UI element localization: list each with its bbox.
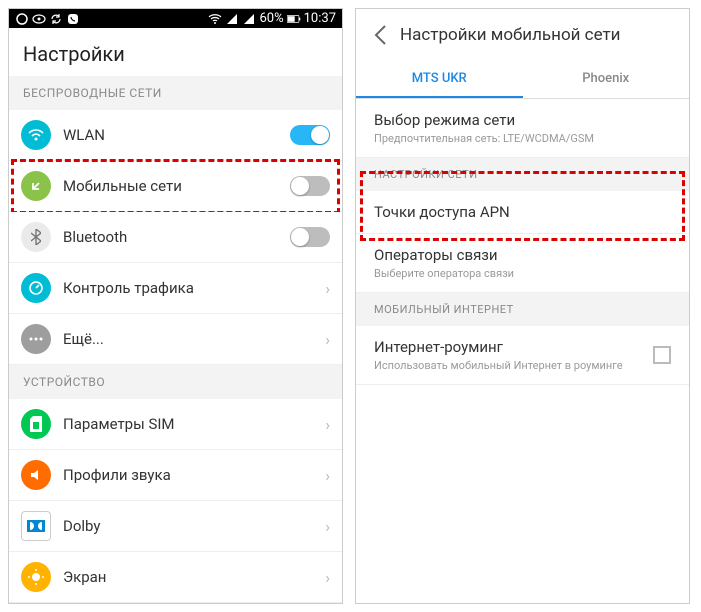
row-sim[interactable]: Параметры SIM ›: [9, 399, 342, 450]
viber-icon: [66, 12, 80, 26]
notif-icon: [15, 12, 29, 26]
row-roaming[interactable]: Интернет-роуминг Использовать мобильный …: [356, 326, 689, 385]
chevron-right-icon: ›: [325, 517, 330, 536]
section-device: УСТРОЙСТВО: [9, 365, 342, 399]
signal1-icon: [225, 12, 239, 26]
row-title: Интернет-роуминг: [374, 338, 641, 356]
row-mobile-networks[interactable]: Мобильные сети: [9, 161, 342, 212]
statusbar-right: 60% 10:37: [208, 11, 336, 26]
row-label: WLAN: [63, 126, 290, 144]
row-sound-profiles[interactable]: Профили звука ›: [9, 450, 342, 501]
mobile-icon: [21, 171, 51, 201]
statusbar: 60% 10:37: [9, 9, 342, 28]
battery-icon: [287, 12, 301, 26]
page-title: Настройки: [9, 28, 342, 76]
settings-screen: 60% 10:37 Настройки БЕСПРОВОДНЫЕ СЕТИ WL…: [8, 8, 343, 604]
row-label: Профили звука: [63, 466, 319, 484]
bluetooth-toggle[interactable]: [290, 227, 330, 247]
row-label: Экран: [63, 568, 319, 586]
row-label: Мобильные сети: [63, 177, 290, 195]
row-subtitle: Предпочтительная сеть: LTE/WCDMA/GSM: [374, 132, 671, 145]
row-title: Операторы связи: [374, 246, 671, 264]
row-label: Контроль трафика: [63, 279, 319, 297]
screen-title: Настройки мобильной сети: [400, 25, 621, 45]
row-operators[interactable]: Операторы связи Выберите оператора связи: [356, 234, 689, 293]
row-label: Параметры SIM: [63, 415, 319, 433]
battery-percent: 60%: [259, 11, 283, 26]
sim-tabs: MTS UKR Phoenix: [356, 61, 689, 99]
mobile-toggle[interactable]: [290, 176, 330, 196]
row-title: Выбор режима сети: [374, 111, 671, 129]
bluetooth-icon: [21, 222, 51, 252]
wifi-icon: [208, 12, 222, 26]
header: Настройки мобильной сети: [356, 9, 689, 61]
row-network-mode[interactable]: Выбор режима сети Предпочтительная сеть:…: [356, 99, 689, 158]
row-dolby[interactable]: Dolby ›: [9, 501, 342, 552]
sound-icon: [21, 460, 51, 490]
clock: 10:37: [304, 11, 336, 26]
row-label: Ещё...: [63, 330, 319, 348]
sim-icon: [21, 409, 51, 439]
chevron-right-icon: ›: [325, 568, 330, 587]
row-traffic[interactable]: Контроль трафика ›: [9, 263, 342, 314]
chevron-right-icon: ›: [325, 279, 330, 298]
screen-icon: [21, 562, 51, 592]
row-label: Dolby: [63, 517, 319, 535]
row-bluetooth[interactable]: Bluetooth: [9, 212, 342, 263]
row-wlan[interactable]: WLAN: [9, 110, 342, 161]
signal2-icon: [242, 12, 256, 26]
statusbar-left: [15, 12, 80, 26]
dolby-icon: [21, 511, 51, 541]
chevron-right-icon: ›: [325, 466, 330, 485]
mobile-network-settings-screen: Настройки мобильной сети MTS UKR Phoenix…: [355, 8, 690, 604]
row-subtitle: Выберите оператора связи: [374, 267, 671, 280]
chevron-right-icon: ›: [325, 415, 330, 434]
row-more[interactable]: Ещё... ›: [9, 314, 342, 365]
traffic-icon: [21, 273, 51, 303]
tab-mts[interactable]: MTS UKR: [356, 61, 523, 98]
row-subtitle: Использовать мобильный Интернет в роумин…: [374, 359, 641, 372]
wlan-toggle[interactable]: [290, 125, 330, 145]
row-screen[interactable]: Экран ›: [9, 552, 342, 603]
roaming-checkbox[interactable]: [653, 346, 671, 364]
section-network-settings: НАСТРОЙКИ СЕТИ: [356, 158, 689, 191]
section-mobile-internet: МОБИЛЬНЫЙ ИНТЕРНЕТ: [356, 293, 689, 326]
sync-icon: [49, 12, 63, 26]
tab-phoenix[interactable]: Phoenix: [523, 61, 690, 98]
row-title: Точки доступа APN: [374, 203, 671, 221]
wlan-icon: [21, 120, 51, 150]
eye-icon: [32, 12, 46, 26]
back-button[interactable]: [368, 23, 392, 47]
row-apn[interactable]: Точки доступа APN: [356, 191, 689, 234]
chevron-right-icon: ›: [325, 330, 330, 349]
row-label: Bluetooth: [63, 228, 290, 246]
more-icon: [21, 324, 51, 354]
section-wireless: БЕСПРОВОДНЫЕ СЕТИ: [9, 76, 342, 110]
